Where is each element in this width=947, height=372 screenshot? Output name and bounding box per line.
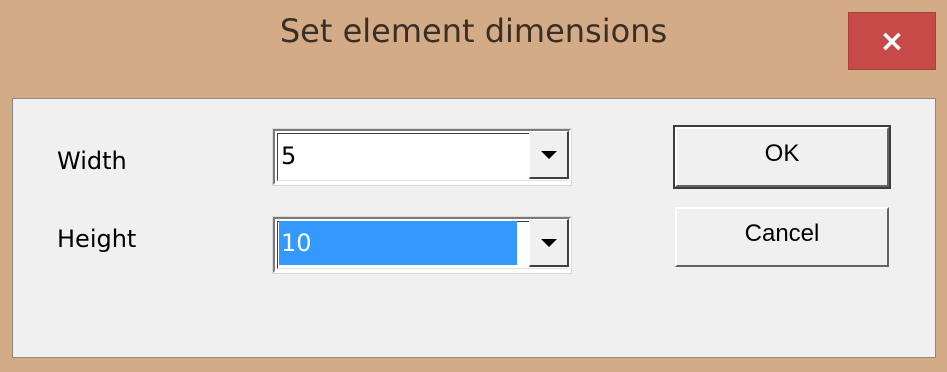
close-button[interactable]: ×	[848, 12, 936, 70]
width-value[interactable]: 5	[279, 137, 511, 175]
height-combobox[interactable]: 10	[273, 217, 571, 273]
height-label: Height	[57, 225, 137, 253]
width-combobox[interactable]: 5	[273, 129, 571, 185]
ok-button-label: OK	[764, 140, 800, 167]
chevron-down-icon	[540, 238, 557, 247]
width-dropdown-button[interactable]	[529, 131, 569, 179]
close-icon: ×	[879, 23, 905, 59]
cancel-button-label: Cancel	[744, 220, 820, 247]
height-value[interactable]: 10	[279, 221, 517, 265]
chevron-down-icon	[540, 150, 557, 159]
cancel-button[interactable]: Cancel	[675, 207, 889, 267]
dialog-client-area: Width 5 Height 10 OK Cancel	[12, 98, 936, 358]
dialog-window: Set element dimensions × Width 5 Height …	[0, 0, 947, 372]
dialog-title: Set element dimensions	[279, 12, 668, 50]
height-dropdown-button[interactable]	[529, 219, 569, 267]
ok-button[interactable]: OK	[673, 125, 891, 189]
width-label: Width	[57, 147, 127, 175]
